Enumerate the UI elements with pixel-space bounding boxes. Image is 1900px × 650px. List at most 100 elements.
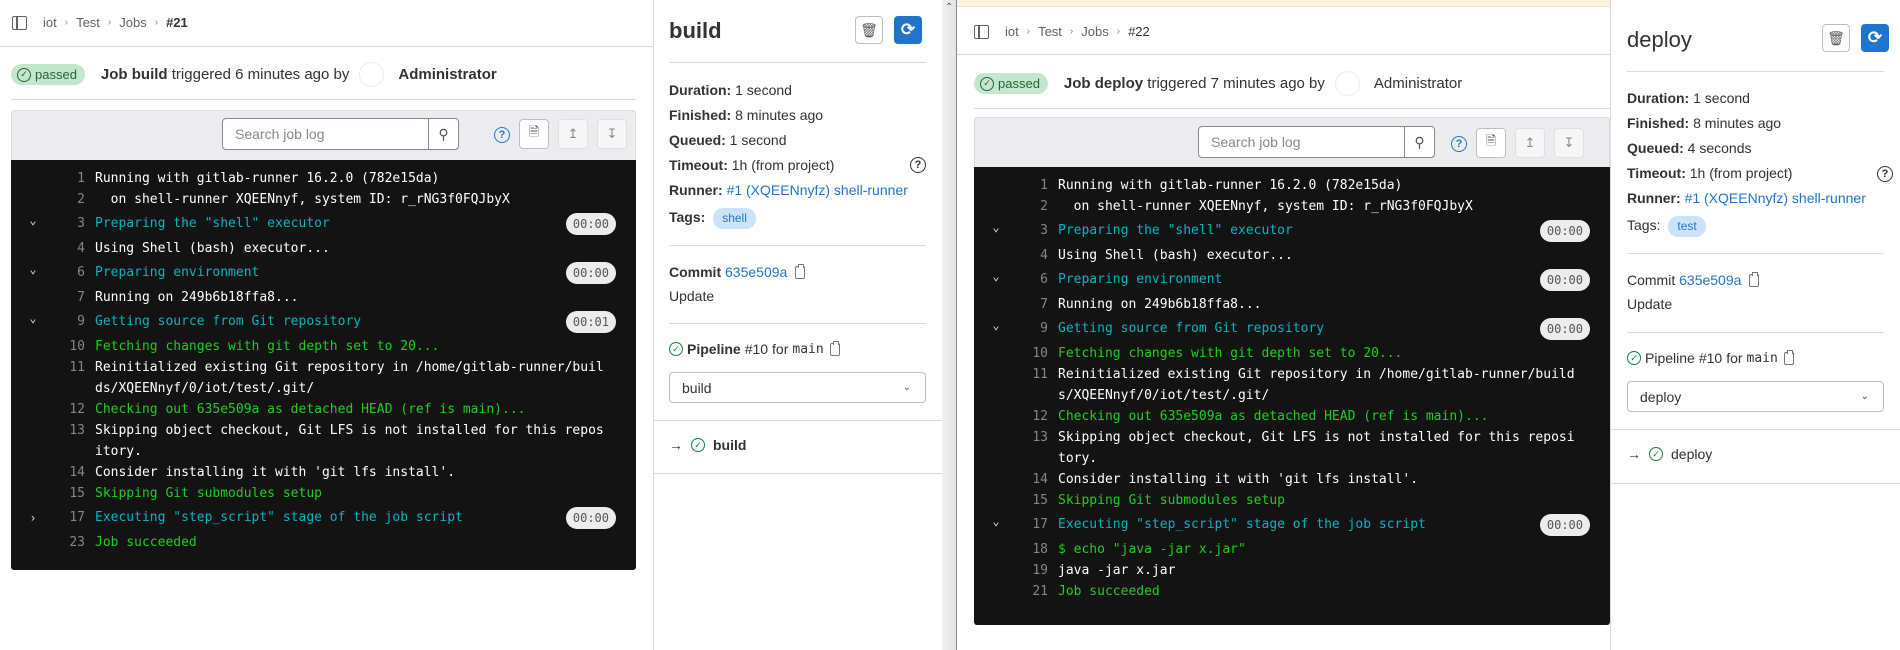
chevron-down-icon[interactable]: ⌄	[988, 311, 1004, 339]
erase-job-button[interactable]: 🗑	[855, 16, 883, 44]
line-number[interactable]: 4	[59, 238, 85, 259]
retry-job-button[interactable]: ⟳	[894, 16, 922, 44]
copy-icon[interactable]	[829, 340, 840, 356]
line-number[interactable]: 2	[59, 189, 85, 210]
line-number[interactable]: 14	[59, 462, 85, 483]
line-number[interactable]: 12	[1022, 406, 1048, 427]
chevron-down-icon[interactable]: ⌄	[988, 213, 1004, 241]
line-number[interactable]: 15	[59, 483, 85, 504]
job-list-item[interactable]: → ✓ deploy	[1627, 446, 1712, 462]
chevron-down-icon[interactable]: ⌄	[25, 304, 41, 332]
search-icon[interactable]: ⚲	[428, 119, 458, 149]
question-icon[interactable]: ?	[1877, 166, 1893, 182]
line-number[interactable]: 12	[59, 399, 85, 420]
log-section-header[interactable]: ⌄ 3 Preparing the "shell" executor 00:00	[11, 210, 636, 238]
line-number[interactable]: 7	[59, 287, 85, 308]
line-number[interactable]: 6	[59, 259, 85, 287]
line-number[interactable]: 21	[1022, 581, 1048, 602]
line-number[interactable]: 17	[1022, 511, 1048, 539]
stage-select[interactable]: build ⌄	[669, 372, 926, 403]
log-section-header[interactable]: ⌄ 9 Getting source from Git repository 00:0…	[11, 308, 636, 336]
runner-link[interactable]: #1 (XQEENnyfz) shell-runner	[1685, 190, 1866, 206]
breadcrumb-item[interactable]: Jobs	[1081, 24, 1108, 39]
scroll-bottom-button[interactable]: ↧	[1554, 128, 1584, 158]
question-icon[interactable]: ?	[910, 157, 926, 173]
commit-link[interactable]: 635e509a	[725, 264, 787, 280]
raw-log-button[interactable]: 🗎	[519, 119, 549, 149]
line-number[interactable]: 19	[1022, 560, 1048, 581]
job-list-item[interactable]: → ✓ build	[669, 437, 746, 453]
breadcrumb-item[interactable]: Jobs	[119, 15, 146, 30]
line-number[interactable]: 1	[1022, 175, 1048, 196]
line-number[interactable]: 9	[1022, 315, 1048, 343]
line-number[interactable]: 7	[1022, 294, 1048, 315]
chevron-down-icon[interactable]: ⌄	[988, 507, 1004, 535]
copy-icon[interactable]	[795, 264, 806, 279]
line-number[interactable]: 10	[1022, 343, 1048, 364]
line-number[interactable]: 11	[1022, 364, 1048, 406]
search-input[interactable]	[223, 119, 428, 149]
user-link[interactable]: Administrator	[398, 66, 496, 83]
commit-link[interactable]: 635e509a	[1679, 272, 1741, 288]
breadcrumb-item[interactable]: Test	[1038, 24, 1062, 39]
log-section-header[interactable]: ⌄ 3 Preparing the "shell" executor 00:00	[974, 217, 1610, 245]
user-link[interactable]: Administrator	[1374, 75, 1462, 92]
line-number[interactable]: 13	[59, 420, 85, 462]
pipeline-ref[interactable]: main	[792, 342, 823, 357]
line-number[interactable]: 11	[59, 357, 85, 399]
line-number[interactable]: 13	[1022, 427, 1048, 469]
avatar[interactable]	[1334, 71, 1360, 96]
sidebar-toggle-icon[interactable]	[974, 24, 989, 39]
chevron-right-icon[interactable]: ›	[25, 504, 41, 532]
line-number[interactable]: 15	[1022, 490, 1048, 511]
avatar[interactable]	[359, 62, 385, 87]
pipeline-link[interactable]: #10	[1699, 350, 1722, 366]
stage-select[interactable]: deploy ⌄	[1627, 381, 1884, 412]
log-section-header[interactable]: ⌄ 17 Executing "step_script" stage of the …	[974, 511, 1610, 539]
line-number[interactable]: 10	[59, 336, 85, 357]
breadcrumb-item[interactable]: Test	[76, 15, 100, 30]
log-section-header[interactable]: ⌄ 6 Preparing environment 00:00	[11, 259, 636, 287]
chevron-down-icon[interactable]: ⌄	[988, 262, 1004, 290]
breadcrumb-item[interactable]: iot	[1005, 24, 1019, 39]
line-number[interactable]: 3	[59, 210, 85, 238]
line-number[interactable]: 14	[1022, 469, 1048, 490]
scroll-top-button[interactable]: ↥	[558, 119, 588, 149]
erase-job-button[interactable]: 🗑	[1822, 24, 1850, 52]
line-number[interactable]: 3	[1022, 217, 1048, 245]
scroll-top-button[interactable]: ↥	[1515, 128, 1545, 158]
breadcrumb-current[interactable]: #21	[166, 15, 188, 30]
status-badge[interactable]: ✓ passed	[974, 73, 1048, 94]
pipeline-link[interactable]: #10	[745, 341, 768, 357]
line-number[interactable]: 6	[1022, 266, 1048, 294]
raw-log-button[interactable]: 🗎	[1476, 128, 1506, 158]
help-icon[interactable]: ?	[1451, 136, 1467, 152]
scroll-bottom-button[interactable]: ↧	[597, 119, 627, 149]
copy-icon[interactable]	[1749, 272, 1760, 287]
sidebar-toggle-icon[interactable]	[12, 15, 27, 30]
status-badge[interactable]: ✓ passed	[11, 64, 85, 85]
log-section-header[interactable]: › 17 Executing "step_script" stage of the …	[11, 504, 636, 532]
breadcrumb-item[interactable]: iot	[43, 15, 57, 30]
line-number[interactable]: 18	[1022, 539, 1048, 560]
chevron-down-icon[interactable]: ⌄	[25, 255, 41, 283]
log-section-header[interactable]: ⌄ 6 Preparing environment 00:00	[974, 266, 1610, 294]
line-number[interactable]: 4	[1022, 245, 1048, 266]
pipeline-ref[interactable]: main	[1747, 351, 1778, 366]
line-number[interactable]: 17	[59, 504, 85, 532]
copy-icon[interactable]	[1783, 349, 1794, 365]
help-icon[interactable]: ?	[494, 127, 510, 143]
runner-link[interactable]: #1 (XQEENnyfz) shell-runner	[727, 182, 908, 198]
breadcrumb-current[interactable]: #22	[1128, 24, 1150, 39]
pane-divider-scrollbar[interactable]: ⌃	[942, 0, 957, 650]
chevron-up-icon[interactable]: ⌃	[945, 2, 953, 13]
chevron-down-icon[interactable]: ⌄	[25, 206, 41, 234]
search-input[interactable]	[1199, 127, 1404, 157]
retry-job-button[interactable]: ⟳	[1861, 24, 1889, 52]
line-number[interactable]: 1	[59, 168, 85, 189]
search-icon[interactable]: ⚲	[1404, 127, 1434, 157]
line-number[interactable]: 2	[1022, 196, 1048, 217]
log-section-header[interactable]: ⌄ 9 Getting source from Git repository 00:0…	[974, 315, 1610, 343]
line-number[interactable]: 9	[59, 308, 85, 336]
line-number[interactable]: 23	[59, 532, 85, 553]
